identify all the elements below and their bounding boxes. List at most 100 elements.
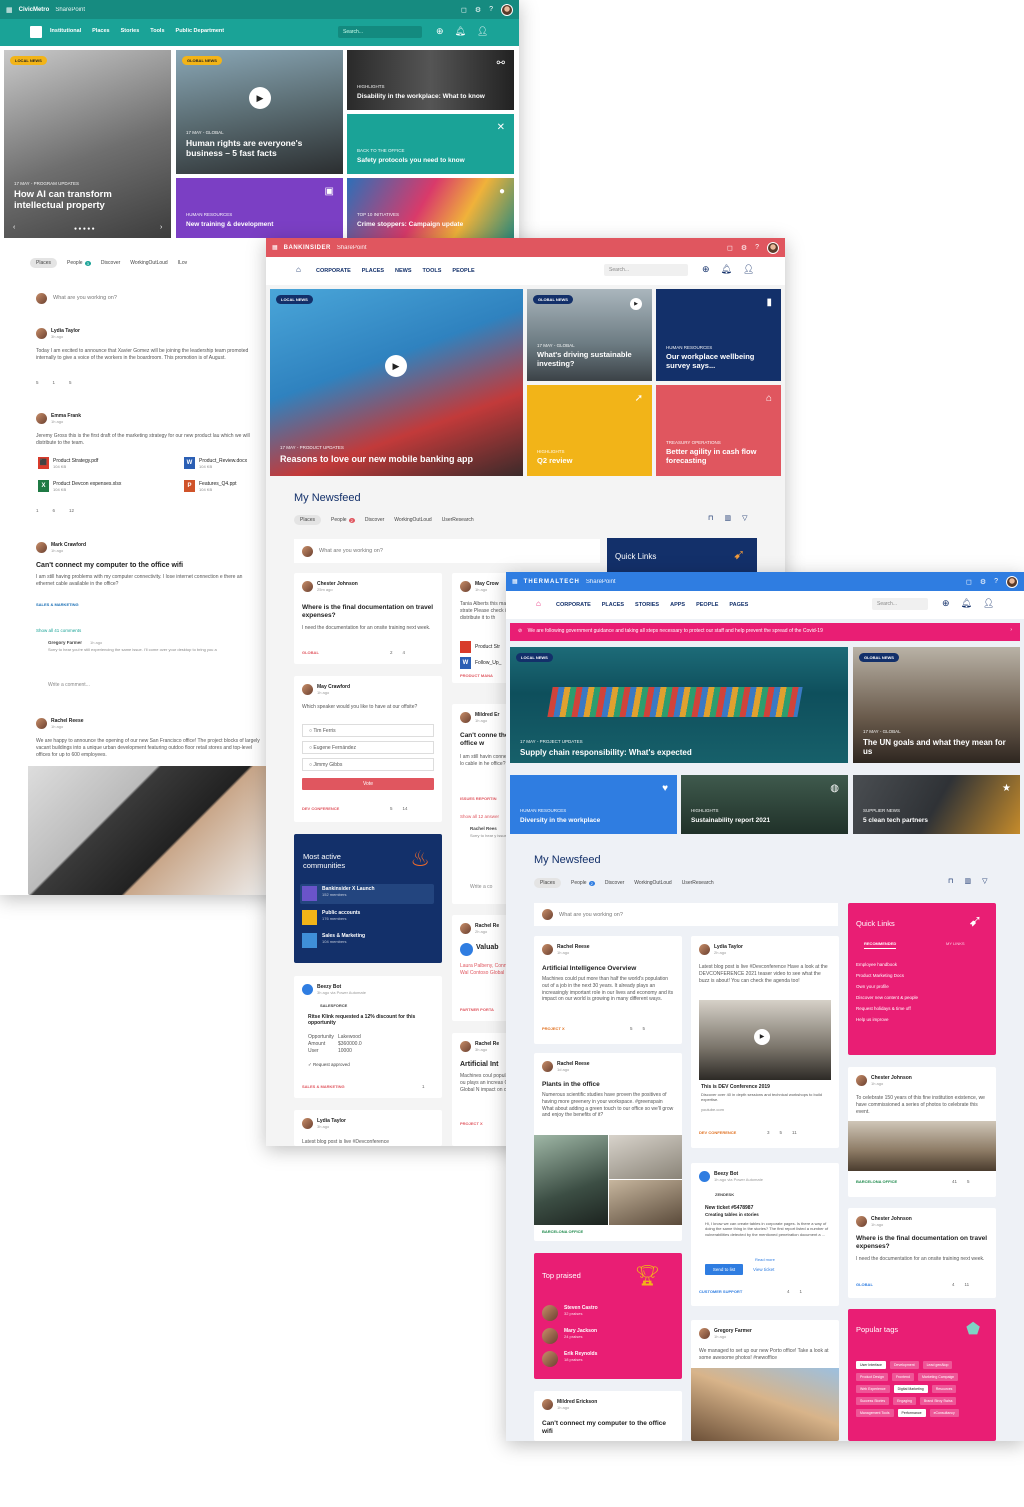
add-icon[interactable]: ⊕ [436,26,444,37]
show-all-comments[interactable]: Show all 12 answer [460,814,499,819]
post-title[interactable]: Can't connect my computer to the office … [36,562,260,570]
play-icon[interactable]: ▶ [385,355,407,377]
tag-chip[interactable]: User Interface [856,1361,886,1369]
like-count[interactable]: 5 [69,380,72,385]
tag-count[interactable]: 1 [36,508,39,513]
post-image[interactable] [609,1135,682,1179]
reply-author[interactable]: Gregory Farmer [48,640,82,645]
tag-chip[interactable]: Marketing Campaign [917,1373,959,1381]
attachment[interactable]: P Features_Q4.ppt 104 KB [184,480,237,492]
play-icon[interactable]: ▶ [754,1029,770,1045]
community-tag[interactable]: PRODUCT MANA [460,673,493,678]
nav-item[interactable]: PEOPLE [696,602,718,608]
news-tile[interactable]: GLOBAL NEWS ▶ 17 MAY - GLOBAL What's dri… [527,289,652,381]
reply-author[interactable]: Rachel Rees [470,826,497,831]
filter-discover[interactable]: Discover [365,517,384,523]
news-tile[interactable]: LOCAL NEWS 17 MAY - PROGRAM UPDATES How … [4,50,171,238]
like-count[interactable]: 1 [422,1084,425,1089]
post-image[interactable] [848,1121,996,1171]
avatar[interactable] [501,3,513,16]
add-icon[interactable]: ⊕ [942,598,950,609]
vote-button[interactable]: Vote [302,778,434,790]
news-tile[interactable]: ♥ HUMAN RESOURCES Diversity in the workp… [510,775,677,834]
post-image[interactable] [691,1368,839,1441]
post-title[interactable]: Artificial Intelligence Overview [542,965,674,973]
waffle-icon[interactable]: ▦ [272,244,278,251]
post-title[interactable]: Where is the final documentation on trav… [856,1235,988,1251]
help-icon[interactable]: ? [489,6,493,13]
quick-link[interactable]: Discover new content & people [856,995,988,1000]
like-count[interactable]: 12 [69,508,74,513]
nav-item[interactable]: Places [92,28,109,34]
filter-places[interactable]: Places [294,515,322,525]
like-count[interactable]: 4 [403,650,406,655]
attachment[interactable]: W Product_Review.docx 104 KB [184,457,247,469]
compose-box[interactable]: What are you working on? [294,539,600,563]
poll-option[interactable]: ○ Jimmy Gibbs [302,758,434,771]
filter-discover[interactable]: Discover [605,880,624,886]
community-item[interactable]: Sales & Marketing 104 members [302,933,365,948]
nav-item[interactable]: Public Department [176,28,225,34]
carousel-dots[interactable]: ● ● ● ● ● [74,226,95,232]
community-tag[interactable]: BARCELONA OFFICE [856,1179,897,1184]
nav-item[interactable]: CORPORATE [556,602,591,608]
filter-tag[interactable]: WorkingOutLoud [394,517,431,523]
tag-chip[interactable]: Lead genAtop [922,1361,953,1369]
community-tag[interactable]: PROJECT X [542,1026,565,1031]
filter-places[interactable]: Places [534,878,562,888]
quick-links-header[interactable]: Quick Links ➹ [607,538,757,572]
compose-box[interactable]: What are you working on? [534,903,838,926]
bell-icon[interactable]: 🔔︎ [721,264,732,275]
avatar[interactable] [1006,575,1018,588]
notification-icon[interactable]: ◻ [727,244,733,252]
nav-item[interactable]: Stories [121,28,140,34]
attachment[interactable]: ⬛ Product Strategy.pdf 104 KB [38,457,98,469]
comment-count[interactable]: 6 [53,508,56,513]
send-to-list-button[interactable]: Send to list [705,1264,743,1275]
chevron-right-icon[interactable]: › [160,224,162,231]
filter-discover[interactable]: Discover [101,260,120,266]
filter-tag[interactable]: UserResearch [442,517,474,523]
tag-chip[interactable]: Frontend [891,1373,914,1381]
bookmark-icon[interactable]: ⊓ [708,514,713,522]
waffle-icon[interactable]: ▦ [6,6,13,14]
tag-chip[interactable]: Engaging [893,1397,916,1405]
poll-option[interactable]: ○ Tim Ferris [302,724,434,737]
attachment[interactable]: Product Str [460,641,500,653]
tag-chip[interactable]: Product Design [856,1373,888,1381]
trash-icon[interactable]: ▥ [964,877,971,885]
play-icon[interactable]: ▶ [630,298,642,310]
gear-icon[interactable]: ⚙ [980,578,986,586]
like-count[interactable]: 11 [792,1130,797,1135]
praised-user[interactable]: Erik Reynolds 18 praises [542,1351,597,1367]
compose-box[interactable]: What are you working on? [28,287,268,309]
video-title[interactable]: This is DEV Conference 2019 [701,1084,770,1090]
nav-item[interactable]: CORPORATE [316,268,351,274]
community-tag[interactable]: BARCELONA OFFICE [542,1229,583,1234]
like-count[interactable]: 11 [965,1282,970,1287]
avatar[interactable] [767,241,779,254]
help-icon[interactable]: ? [755,244,759,251]
tag-chip[interactable]: Digital Marketing [893,1385,928,1393]
filter-tag[interactable]: UserResearch [682,880,714,886]
community-tag[interactable]: SALES & MARKETING [36,602,79,607]
news-tile[interactable]: LOCAL NEWS 17 MAY - PROJECT UPDATES Supp… [510,647,848,763]
post-image[interactable] [609,1180,682,1225]
news-tile[interactable]: ▮ HUMAN RESOURCES Our workplace wellbein… [656,289,781,381]
post-image[interactable] [534,1135,608,1225]
nav-item[interactable]: PLACES [602,602,624,608]
filter-places[interactable]: Places [30,258,58,268]
tab-recommended[interactable]: RECOMMENDED [864,941,897,949]
nav-item[interactable]: NEWS [395,268,412,274]
news-tile[interactable]: ⌂ TREASURY OPERATIONS Better agility in … [656,385,781,476]
news-tile[interactable]: ★ SUPPLIER NEWS 5 clean tech partners [853,775,1020,834]
view-ticket-link[interactable]: View ticket [753,1267,774,1272]
community-item[interactable]: Public accounts 176 members [302,910,360,925]
gear-icon[interactable]: ⚙ [741,244,747,252]
news-tile[interactable]: ● TOP 10 INITIATIVES Crime stoppers: Cam… [347,178,514,238]
post-image[interactable] [28,766,268,895]
news-tile[interactable]: GLOBAL NEWS ▶ 17 MAY - GLOBAL Human righ… [176,50,343,174]
like-count[interactable]: 1 [800,1289,803,1294]
filter-icon[interactable]: ▽ [982,877,987,885]
filter-people[interactable]: People [67,260,83,266]
